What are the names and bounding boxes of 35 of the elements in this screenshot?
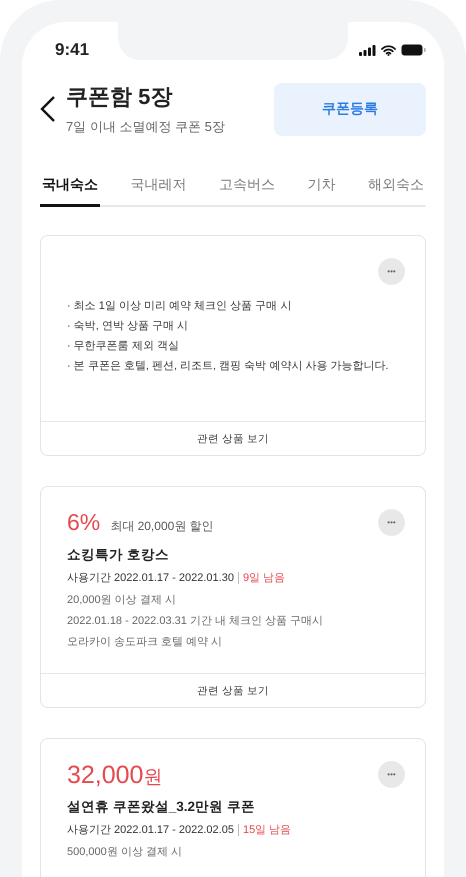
max-discount: 최대 20,000원 할인 <box>110 518 214 535</box>
category-tab[interactable]: 기차 <box>306 168 338 207</box>
wifi-icon <box>381 44 396 56</box>
condition-text: 오라카이 송도파크 호텔 예약 시 <box>67 635 224 650</box>
usage-period: 사용기간 2022.01.17 - 2022.01.30 <box>67 571 234 586</box>
usage-period: 사용기간 2022.01.17 - 2022.02.05 <box>67 823 234 838</box>
condition-text: 20,000원 이상 결제 시 <box>67 593 177 608</box>
coupon-name: 설연휴 쿠폰왔설_3.2만원 쿠폰 <box>67 798 256 816</box>
page-title: 쿠폰함 5장 <box>66 83 174 111</box>
condition-text: · 본 쿠폰은 호텔, 펜션, 리조트, 캠핑 숙박 예약시 사용 가능합니다. <box>67 359 390 374</box>
days-remaining: 9일 남음 <box>242 571 286 586</box>
condition-text: 2022.01.18 - 2022.03.31 기간 내 체크인 상품 구매시 <box>67 614 324 629</box>
expiring-notice: 7일 이내 소멸예정 쿠폰 5장 <box>66 118 226 136</box>
condition-text: 500,000원 이상 결제 시 <box>67 845 183 860</box>
category-tab[interactable]: 국내레저 <box>128 168 188 207</box>
days-remaining: 15일 남음 <box>242 823 292 838</box>
related-products-link[interactable]: 관련 상품 보기 <box>41 421 425 455</box>
category-tab[interactable]: 해외숙소 <box>366 168 426 207</box>
back-icon[interactable] <box>40 95 56 123</box>
register-coupon-button[interactable]: 쿠폰등록 <box>274 82 426 136</box>
more-button[interactable]: ••• <box>378 258 405 285</box>
condition-text: · 최소 1일 이상 미리 예약 체크인 상품 구매 시 <box>67 299 292 314</box>
category-tab[interactable]: 국내숙소 <box>40 168 100 207</box>
coupon-name: 쇼킹특가 호캉스 <box>67 546 170 564</box>
related-products-link[interactable]: 관련 상품 보기 <box>41 673 425 707</box>
signal-icon <box>359 44 376 56</box>
condition-text: · 무한쿠폰룸 제외 객실 <box>67 339 180 354</box>
condition-text: · 숙박, 연박 상품 구매 시 <box>67 319 189 334</box>
discount-rate: 6% <box>67 509 100 536</box>
discount-amount: 32,000원 <box>67 761 162 790</box>
more-button[interactable]: ••• <box>378 761 405 788</box>
status-time: 9:41 <box>55 40 90 60</box>
battery-icon <box>401 44 426 56</box>
more-button[interactable]: ••• <box>378 509 405 536</box>
category-tab[interactable]: 고속버스 <box>217 168 277 207</box>
